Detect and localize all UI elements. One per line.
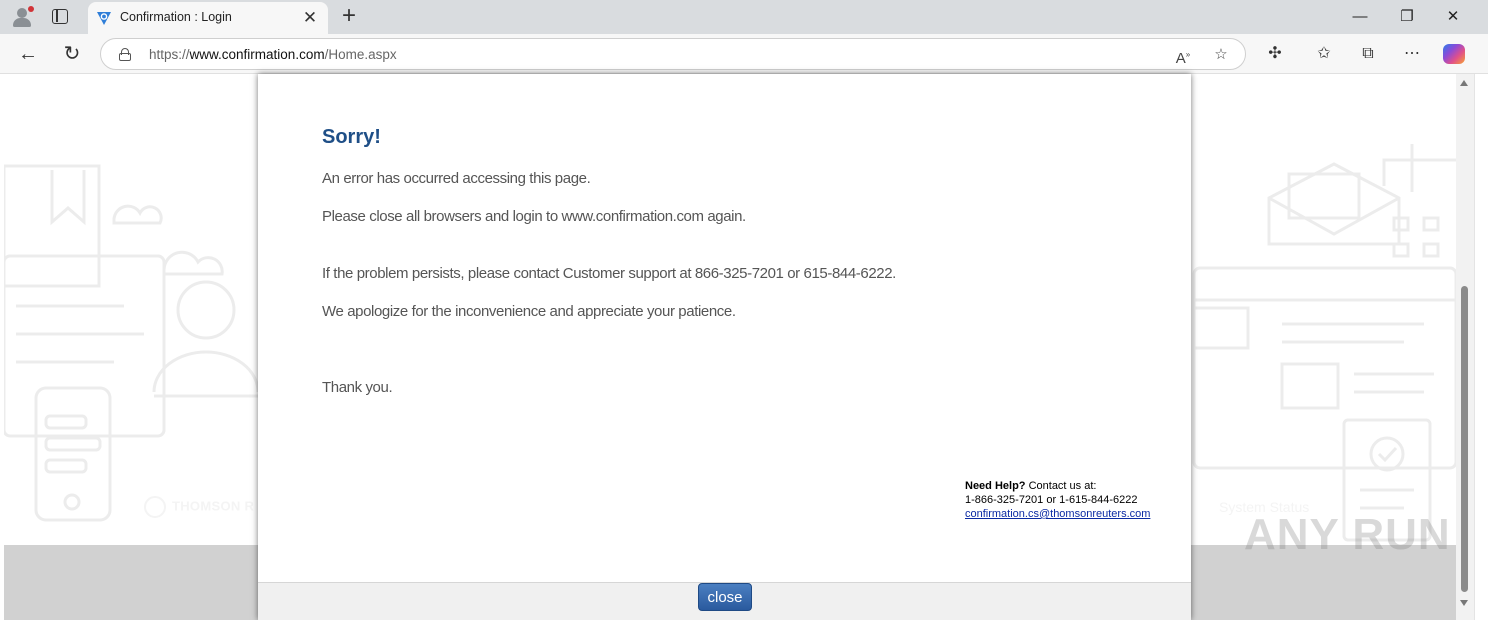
window-edge — [1474, 74, 1488, 620]
tab-title: Confirmation : Login — [120, 10, 232, 24]
support-email-link[interactable]: confirmation.cs@thomsonreuters.com — [965, 508, 1150, 520]
profile-icon[interactable] — [10, 5, 34, 29]
error-message: An error has occurred accessing this pag… — [322, 170, 591, 187]
dialog-footer: close — [258, 582, 1191, 620]
favorites-icon[interactable]: ✩ — [1313, 43, 1335, 65]
help-label: Need Help? — [965, 480, 1026, 492]
thomson-reuters-logo: THOMSON R — [144, 496, 254, 518]
extensions-icon[interactable]: ✣ — [1264, 43, 1286, 65]
new-tab-button[interactable]: + — [338, 4, 360, 28]
thomson-reuters-globe-icon — [144, 496, 166, 518]
lock-icon[interactable] — [119, 48, 131, 61]
refresh-button[interactable]: ↻ — [60, 42, 84, 66]
close-browsers-message: Please close all browsers and login to w… — [322, 208, 746, 225]
vertical-scrollbar[interactable] — [1456, 74, 1474, 620]
anyrun-watermark: ANY RUN — [1244, 510, 1451, 559]
support-message: If the problem persists, please contact … — [322, 265, 896, 282]
scroll-down-arrow-icon[interactable] — [1460, 600, 1468, 606]
error-dialog: Sorry! An error has occurred accessing t… — [258, 74, 1191, 620]
tab-actions-icon[interactable] — [52, 9, 68, 24]
read-aloud-icon[interactable]: A» — [1173, 45, 1193, 67]
address-bar[interactable]: https://www.confirmation.com/Home.aspx A… — [100, 38, 1246, 70]
url-text[interactable]: https://www.confirmation.com/Home.aspx — [149, 47, 397, 62]
apology-message: We apologize for the inconvenience and a… — [322, 303, 736, 320]
copilot-icon[interactable] — [1443, 44, 1465, 64]
close-button[interactable]: close — [698, 583, 752, 611]
help-contact: Need Help? Contact us at: 1-866-325-7201… — [965, 479, 1150, 521]
help-phones: 1-866-325-7201 or 1-615-844-6222 — [965, 494, 1138, 506]
confirmation-favicon-icon — [97, 12, 111, 25]
favorite-star-icon[interactable]: ☆ — [1211, 45, 1231, 65]
scroll-thumb[interactable] — [1461, 286, 1468, 592]
collections-icon[interactable]: ⧉ — [1357, 43, 1379, 65]
tab-close-icon[interactable]: ✕ — [300, 8, 320, 28]
restore-button[interactable]: ❐ — [1393, 6, 1421, 28]
title-bar: Confirmation : Login ✕ + — ❐ ✕ — [0, 0, 1488, 34]
tab-confirmation-login[interactable]: Confirmation : Login ✕ — [88, 2, 328, 34]
window-close-button[interactable]: ✕ — [1439, 6, 1467, 28]
back-button[interactable]: ← — [16, 42, 40, 66]
help-contact-text: Contact us at: — [1028, 480, 1097, 492]
navigation-bar: ← ↻ https://www.confirmation.com/Home.as… — [0, 34, 1488, 74]
dialog-heading: Sorry! — [322, 126, 381, 148]
more-menu-icon[interactable]: ⋯ — [1401, 43, 1423, 65]
minimize-button[interactable]: — — [1346, 6, 1374, 28]
scroll-up-arrow-icon[interactable] — [1460, 80, 1468, 86]
thank-you-message: Thank you. — [322, 379, 393, 396]
